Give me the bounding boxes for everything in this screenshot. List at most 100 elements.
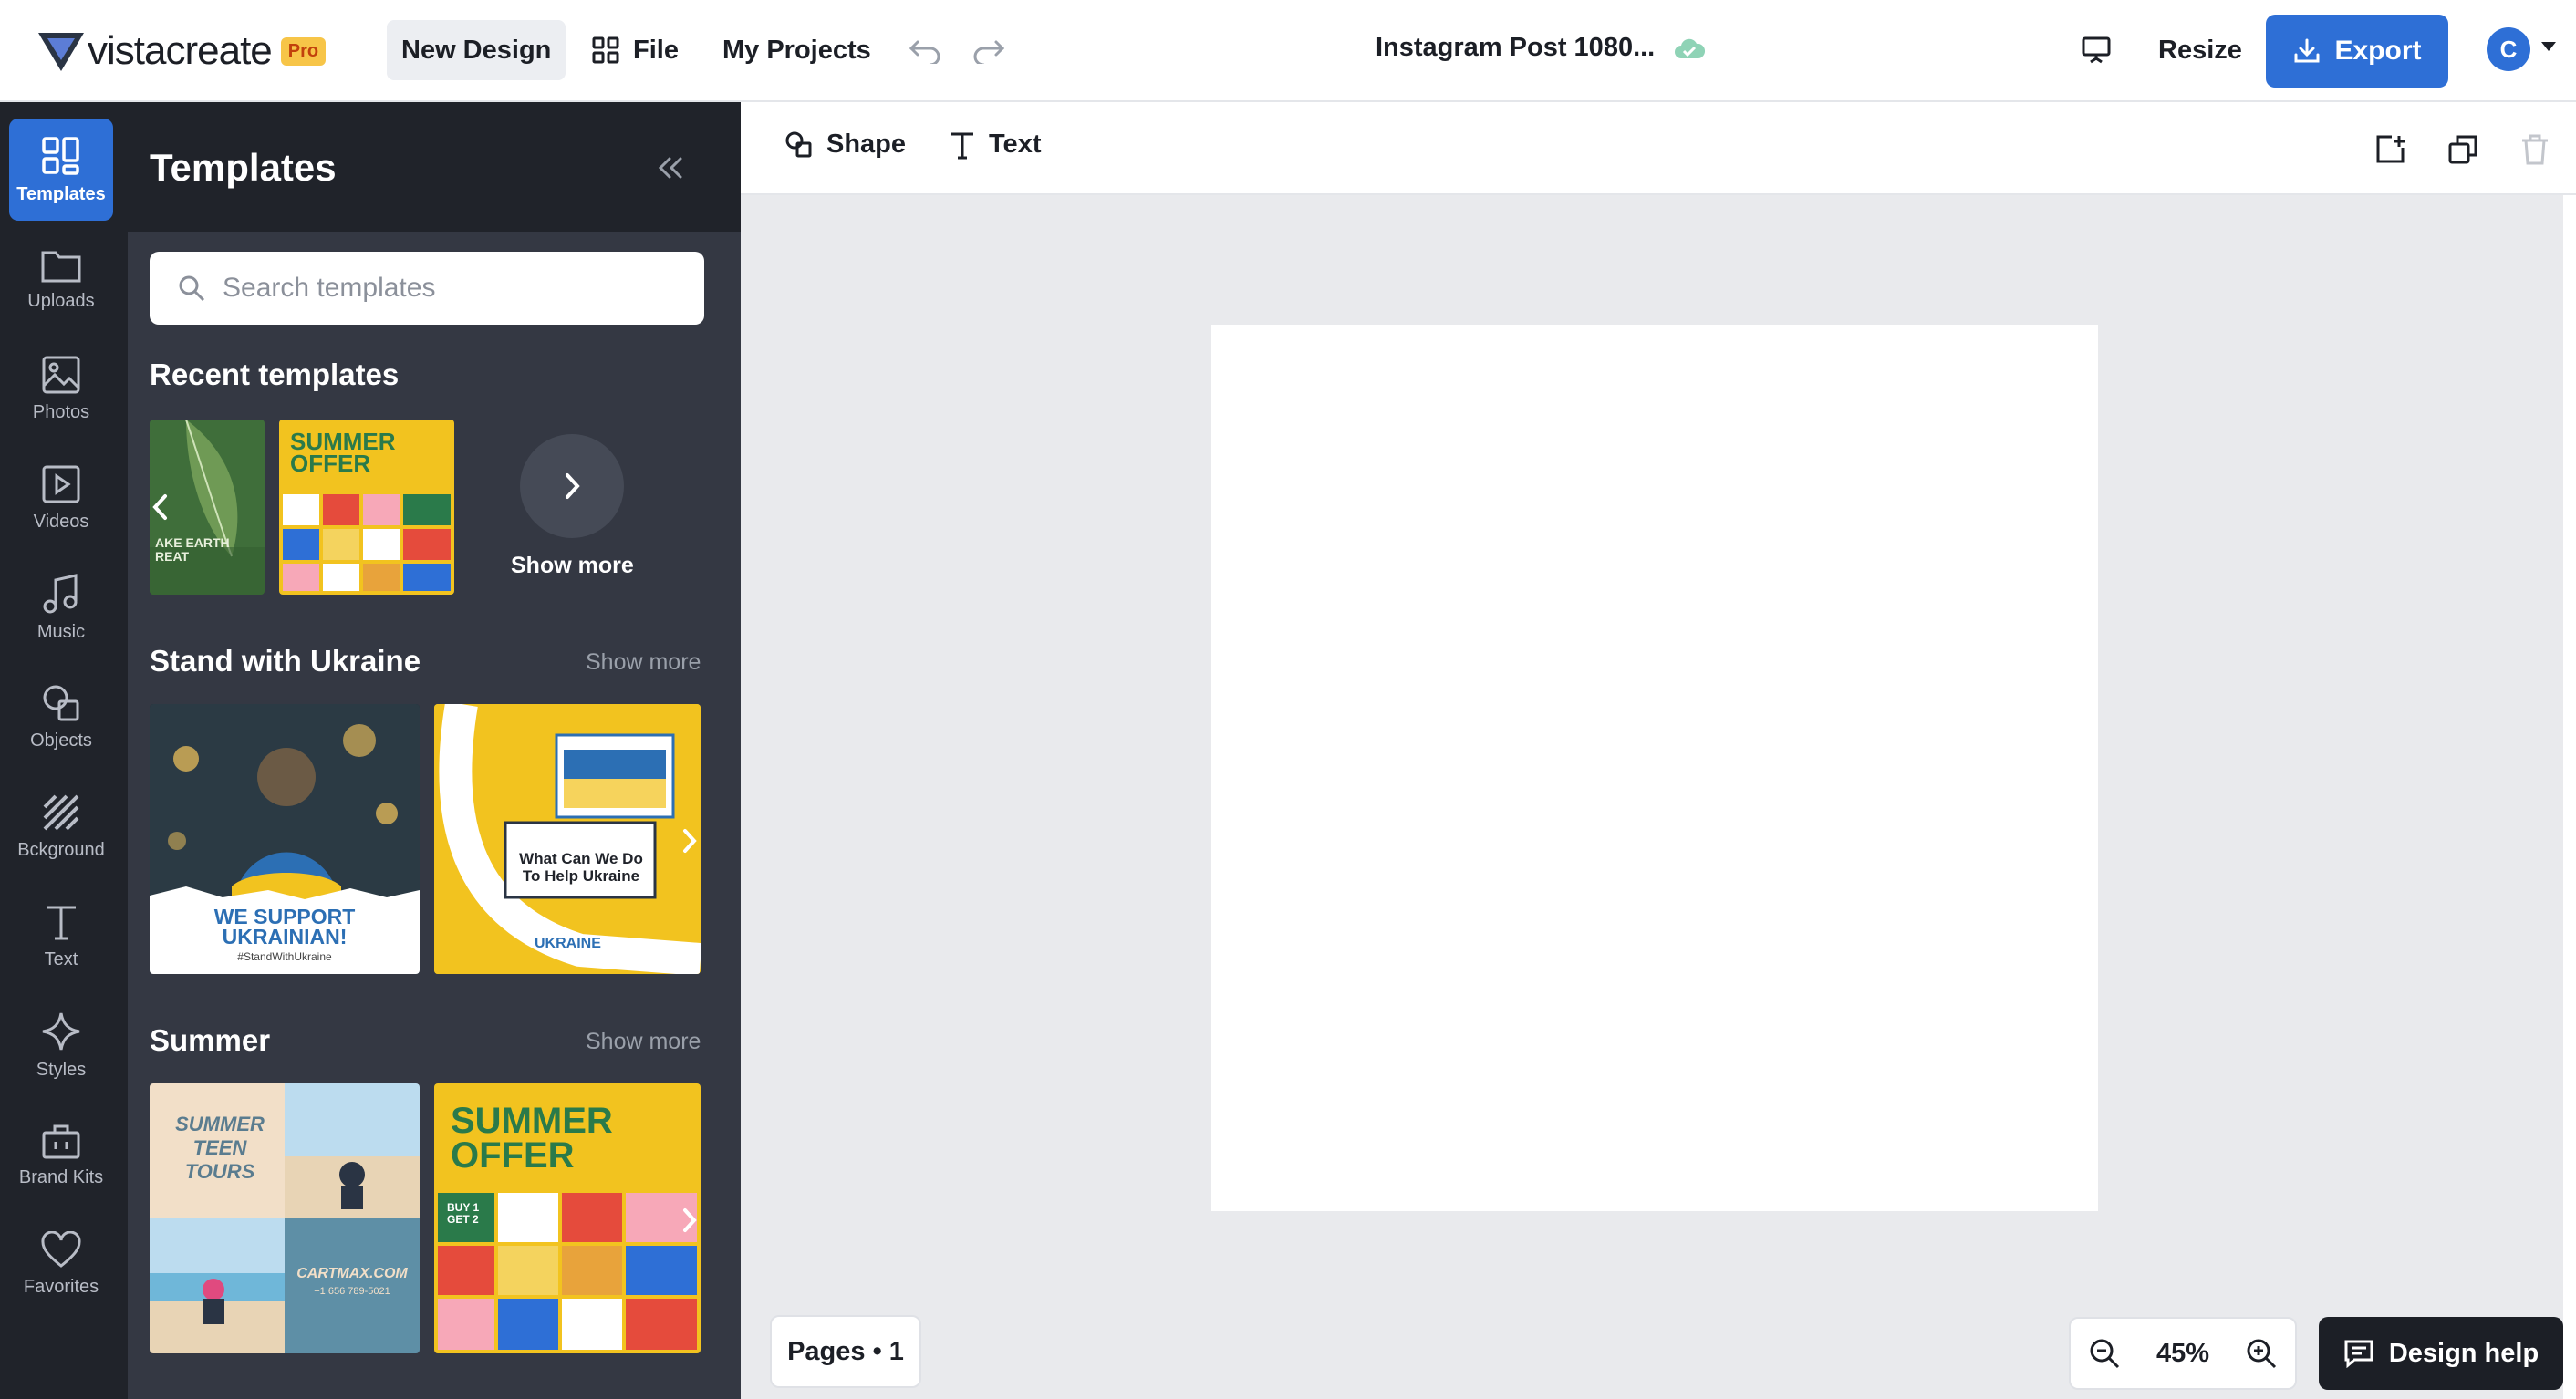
objects-icon <box>43 685 79 720</box>
ukraine-next-button[interactable] <box>671 823 708 859</box>
export-button[interactable]: Export <box>2266 15 2448 88</box>
rail-label: Text <box>44 948 78 969</box>
ukraine-thumb2-art <box>434 704 701 974</box>
shape-tool-button[interactable]: Shape <box>784 130 906 160</box>
chat-icon <box>2344 1340 2373 1368</box>
ukraine-thumb2-ring: UKRAINE <box>535 936 601 951</box>
text-tool-button[interactable]: Text <box>949 130 1041 160</box>
redo-button[interactable] <box>958 20 1020 80</box>
zoom-control: 45% <box>2069 1317 2297 1390</box>
summer-thumb2-badge: BUY 1 GET 2 <box>447 1201 480 1226</box>
rail-item-templates[interactable]: Templates <box>9 119 113 221</box>
templates-icon <box>42 136 79 175</box>
rail-label: Uploads <box>27 290 95 311</box>
sparkle-icon <box>42 1012 80 1050</box>
chevron-right-icon <box>566 473 580 499</box>
rail-item-music[interactable]: Music <box>9 556 113 658</box>
ukraine-show-more-link[interactable]: Show more <box>586 649 701 676</box>
recent-show-more-label[interactable]: Show more <box>511 553 634 579</box>
text-t-icon <box>47 906 76 939</box>
rail-label: Videos <box>33 511 89 532</box>
resize-button[interactable]: Resize <box>2144 20 2257 80</box>
pages-button[interactable]: Pages • 1 <box>770 1315 921 1388</box>
ukraine-thumb1-tag: #StandWithUkraine <box>237 950 332 963</box>
ukraine-thumb1-text: WE SUPPORT UKRAINIAN! <box>213 905 356 948</box>
recent-show-more-button[interactable] <box>520 434 624 538</box>
summer-thumb1-phone: +1 656 789-5021 <box>314 1286 390 1297</box>
left-rail: Templates Uploads Photos Videos Music Ob… <box>0 102 128 1399</box>
top-bar: vistacreate Pro New Design File My Proje… <box>0 0 2576 102</box>
rail-item-objects[interactable]: Objects <box>9 666 113 768</box>
rail-item-styles[interactable]: Styles <box>9 994 113 1096</box>
collapse-panel-icon[interactable] <box>655 155 686 181</box>
hatched-square-icon <box>43 794 79 830</box>
rail-item-photos[interactable]: Photos <box>9 337 113 440</box>
briefcase-icon <box>42 1124 80 1158</box>
summer-show-more-link[interactable]: Show more <box>586 1029 701 1055</box>
chevron-right-icon <box>683 829 697 853</box>
leaf-thumb-text: AKE EARTH REAT <box>155 535 230 564</box>
rail-item-favorites[interactable]: Favorites <box>9 1213 113 1315</box>
design-help-button[interactable]: Design help <box>2319 1317 2563 1390</box>
text-t-icon <box>951 132 973 159</box>
ukraine-thumb2-text: What Can We Do To Help Ukraine <box>519 850 643 885</box>
rail-label: Favorites <box>23 1276 99 1297</box>
zoom-in-icon[interactable] <box>2245 1337 2278 1370</box>
present-icon[interactable] <box>2080 33 2113 66</box>
ukraine-template-thumb-1[interactable]: WE SUPPORT UKRAINIAN! #StandWithUkraine <box>150 704 420 974</box>
zoom-level[interactable]: 45% <box>2156 1339 2209 1369</box>
avatar[interactable]: C <box>2487 27 2530 71</box>
vistacreate-logo[interactable]: vistacreate Pro <box>36 26 327 77</box>
redo-icon <box>973 40 1005 64</box>
logo-text: vistacreate <box>88 28 273 73</box>
file-menu-button[interactable]: File <box>576 20 693 80</box>
search-icon <box>179 275 205 302</box>
rail-label: Bckground <box>17 839 105 860</box>
summer-next-button[interactable] <box>671 1202 708 1238</box>
music-note-icon <box>43 573 78 613</box>
recent-template-thumb-summer[interactable]: SUMMER OFFER <box>279 420 454 595</box>
file-label: File <box>633 35 679 65</box>
ukraine-section-title: Stand with Ukraine <box>150 644 421 678</box>
zoom-out-icon[interactable] <box>2088 1337 2121 1370</box>
rail-item-brand-kits[interactable]: Brand Kits <box>9 1104 113 1206</box>
add-page-icon[interactable] <box>2373 133 2406 166</box>
summer-template-thumb-2[interactable]: SUMMER OFFER BUY 1 GET 2 <box>434 1083 701 1353</box>
trash-icon[interactable] <box>2519 133 2550 166</box>
panel-header: Templates <box>128 102 741 232</box>
recent-templates-title: Recent templates <box>150 358 400 391</box>
cloud-saved-icon <box>1675 38 1706 58</box>
recent-prev-button[interactable] <box>142 489 179 525</box>
summer-thumb-art <box>283 494 451 591</box>
ukraine-template-thumb-2[interactable]: What Can We Do To Help Ukraine UKRAINE <box>434 704 701 974</box>
rail-label: Objects <box>30 730 92 751</box>
design-artboard[interactable] <box>1211 325 2098 1211</box>
new-design-button[interactable]: New Design <box>387 20 566 80</box>
my-projects-button[interactable]: My Projects <box>708 20 886 80</box>
rail-item-background[interactable]: Bckground <box>9 775 113 877</box>
search-input[interactable] <box>223 273 660 304</box>
chevron-left-icon <box>152 494 167 520</box>
document-title[interactable]: Instagram Post 1080... <box>1376 33 1655 63</box>
rail-label: Templates <box>16 183 106 204</box>
search-box[interactable] <box>150 252 704 325</box>
shape-icon <box>785 131 812 157</box>
summer-thumb2-title: SUMMER OFFER <box>451 1101 613 1176</box>
duplicate-icon[interactable] <box>2446 133 2479 166</box>
summer-template-thumb-1[interactable]: SUMMER TEEN TOURS CARTMAX.COM +1 656 789… <box>150 1083 420 1353</box>
text-label: Text <box>989 130 1042 159</box>
rail-item-uploads[interactable]: Uploads <box>9 228 113 330</box>
export-label: Export <box>2334 36 2422 66</box>
chevron-down-icon[interactable] <box>2541 42 2556 51</box>
shape-label: Shape <box>826 130 907 159</box>
stage-scrollbar[interactable] <box>2563 195 2576 1399</box>
rail-label: Brand Kits <box>18 1166 104 1187</box>
summer-thumb1-title: SUMMER TEEN TOURS <box>175 1113 265 1183</box>
rail-label: Photos <box>32 401 90 422</box>
play-icon <box>42 465 80 503</box>
rail-item-text[interactable]: Text <box>9 885 113 987</box>
rail-item-videos[interactable]: Videos <box>9 447 113 549</box>
vistacreate-logo-icon <box>38 33 84 71</box>
undo-button[interactable] <box>894 20 956 80</box>
heart-icon <box>41 1230 81 1268</box>
